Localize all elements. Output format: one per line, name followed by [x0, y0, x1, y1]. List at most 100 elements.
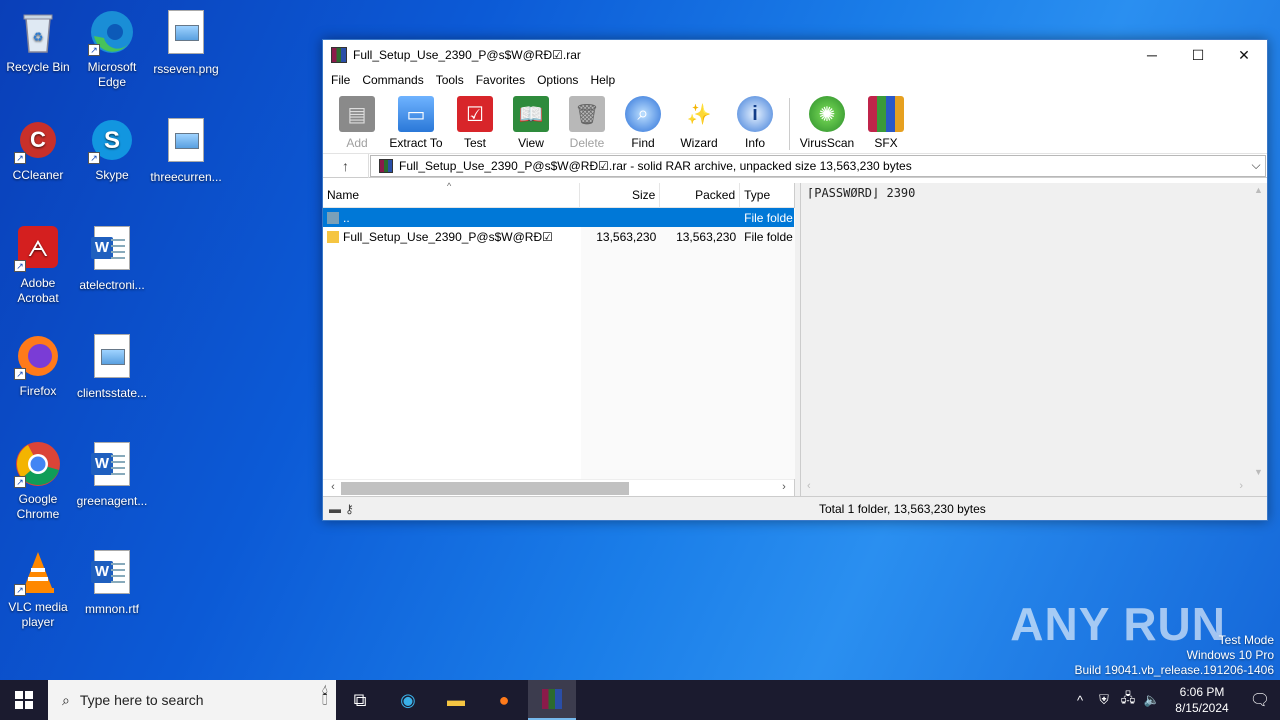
desktop-icon-skype[interactable]: S ↗ Skype	[74, 116, 150, 183]
desktop-icon-mmnon[interactable]: W mmnon.rtf	[74, 548, 150, 617]
desktop-icon-clientsstate[interactable]: clientsstate...	[74, 332, 150, 401]
desktop-icon-threecurren[interactable]: threecurren...	[148, 116, 224, 185]
desktop-icon-label: clientsstate...	[76, 386, 148, 400]
menu-tools[interactable]: Tools	[430, 73, 470, 87]
vertical-scrollbar[interactable]: ▲ ▼	[1250, 183, 1267, 479]
scroll-left-icon[interactable]: ‹	[807, 480, 811, 492]
desktop-icon-label: Recycle Bin	[6, 60, 70, 74]
menu-file[interactable]: File	[325, 73, 356, 87]
image-file-icon	[162, 10, 210, 58]
desktop-icon-greenagent[interactable]: W greenagent...	[74, 440, 150, 509]
desktop-icon-microsoft-edge[interactable]: ↗ Microsoft Edge	[74, 8, 150, 90]
word-document-icon: W	[88, 226, 136, 274]
comment-horizontal-scrollbar[interactable]: ‹ ›	[801, 479, 1267, 496]
desktop-icon-label: greenagent...	[76, 494, 148, 508]
window-title: Full_Setup_Use_2390_P@s$W@RÐ☑.rar	[353, 48, 581, 62]
horizontal-scrollbar[interactable]: ‹ ›	[323, 479, 794, 496]
find-button[interactable]: ⌕ Find	[615, 94, 671, 150]
maximize-button[interactable]: ☐	[1175, 40, 1221, 70]
delete-button[interactable]: 🗑 Delete	[559, 94, 615, 150]
desktop-icon-ccleaner[interactable]: C ↗ CCleaner	[0, 116, 76, 183]
image-file-icon	[88, 334, 136, 382]
view-button[interactable]: 📖 View	[503, 94, 559, 150]
desktop-icon-firefox[interactable]: ↗ Firefox	[0, 332, 76, 399]
taskbar-winrar[interactable]	[528, 680, 576, 720]
up-arrow-icon[interactable]: ↑	[323, 153, 369, 178]
table-row[interactable]: Full_Setup_Use_2390_P@s$W@RÐ☑ 13,563,230…	[323, 227, 794, 246]
status-bar: ▬ ⚷ Total 1 folder, 13,563,230 bytes	[323, 496, 1267, 520]
search-placeholder: Type here to search	[79, 692, 204, 708]
desktop-icon-vlc-media-player[interactable]: ↗ VLC media player	[0, 548, 76, 630]
menu-favorites[interactable]: Favorites	[470, 73, 531, 87]
column-header-packed[interactable]: Packed	[660, 182, 741, 208]
menu-help[interactable]: Help	[584, 73, 621, 87]
column-header-type[interactable]: Type	[740, 183, 794, 208]
shortcut-arrow-icon: ↗	[14, 152, 26, 164]
path-field[interactable]: Full_Setup_Use_2390_P@s$W@RÐ☑.rar - soli…	[370, 154, 1266, 177]
content-panes: ^ Name Size Packed Type .. File folde Fu…	[323, 181, 1267, 496]
scroll-right-icon[interactable]: ›	[1239, 480, 1243, 492]
add-button[interactable]: ▤ Add	[329, 94, 385, 150]
adobe-acrobat-icon: ᗅ ↗	[14, 224, 62, 272]
scroll-left-icon[interactable]: ‹	[325, 481, 341, 493]
menu-commands[interactable]: Commands	[356, 73, 429, 87]
scroll-up-icon[interactable]: ▲	[1254, 185, 1263, 195]
folder-icon	[327, 230, 339, 243]
start-button[interactable]	[0, 680, 48, 720]
desktop-icon-recycle-bin[interactable]: ♻ Recycle Bin	[0, 8, 76, 75]
desktop-icon-google-chrome[interactable]: ↗ Google Chrome	[0, 440, 76, 522]
test-icon: ☑	[457, 96, 493, 132]
task-view-icon: ⧉	[353, 689, 367, 710]
table-row[interactable]: .. File folde	[323, 208, 794, 227]
winrar-app-icon	[331, 47, 347, 63]
key-icon[interactable]: ⚷	[345, 502, 354, 516]
sfx-button[interactable]: SFX	[858, 94, 914, 150]
close-button[interactable]: ✕	[1221, 40, 1267, 70]
clock[interactable]: 6:06 PM 8/15/2024	[1164, 684, 1240, 716]
desktop-icon-label: threecurren...	[150, 170, 222, 184]
taskbar-edge[interactable]: ◉	[384, 680, 432, 720]
windows-logo-icon	[15, 691, 33, 709]
extract-to-button[interactable]: ▭ Extract To	[385, 94, 447, 150]
menu-options[interactable]: Options	[531, 73, 584, 87]
scrollbar-thumb[interactable]	[341, 482, 629, 495]
notification-icon[interactable]: 🗨	[1240, 690, 1280, 710]
virusscan-button[interactable]: ✺ VirusScan	[796, 94, 858, 150]
scroll-right-icon[interactable]: ›	[776, 481, 792, 493]
column-shade	[581, 208, 795, 479]
anyrun-watermark: ANY RUN Test Mode Windows 10 Pro Build 1…	[1010, 601, 1275, 678]
microsoft-edge-icon: ◉	[400, 689, 416, 710]
scroll-down-icon[interactable]: ▼	[1254, 467, 1263, 477]
toolbar-label: VirusScan	[799, 136, 855, 150]
cell-packed: 13,563,230	[676, 229, 737, 244]
desktop-icon-rsseven[interactable]: rsseven.png	[148, 8, 224, 77]
taskbar-firefox[interactable]: ●	[480, 680, 528, 720]
drive-icon[interactable]: ▬	[329, 502, 341, 516]
desktop-icon-label: CCleaner	[12, 168, 64, 182]
info-button[interactable]: i Info	[727, 94, 783, 150]
watermark-build: Build 19041.vb_release.191206-1406	[1074, 663, 1275, 677]
toolbar: ▤ Add ▭ Extract To ☑ Test 📖 View 🗑 Delet…	[323, 90, 1267, 154]
task-view-button[interactable]: ⧉	[336, 680, 384, 720]
shortcut-arrow-icon: ↗	[88, 44, 100, 56]
minimize-button[interactable]: ─	[1129, 40, 1175, 70]
volume-icon[interactable]: 🔈	[1140, 692, 1164, 708]
taskbar-search[interactable]: ⌕ Type here to search 🕯	[48, 680, 336, 720]
wizard-button[interactable]: ✨ Wizard	[671, 94, 727, 151]
virusscan-icon: ✺	[809, 96, 845, 132]
column-header-size[interactable]: Size	[580, 182, 661, 208]
title-bar[interactable]: Full_Setup_Use_2390_P@s$W@RÐ☑.rar ─ ☐ ✕	[323, 40, 1267, 70]
chevron-up-icon[interactable]: ^	[1068, 693, 1092, 708]
security-icon[interactable]: ⛨	[1092, 692, 1116, 708]
desktop-icon-label: rsseven.png	[153, 62, 219, 76]
desktop-icon-atelectroni[interactable]: W atelectroni...	[74, 224, 150, 293]
svg-text:C: C	[30, 127, 46, 152]
desktop-icon-adobe-acrobat[interactable]: ᗅ ↗ Adobe Acrobat	[0, 224, 76, 306]
column-headers: ^ Name Size Packed Type	[323, 181, 794, 208]
taskbar-file-explorer[interactable]: ▬	[432, 680, 480, 720]
chevron-down-icon[interactable]: ⌵	[1247, 158, 1265, 173]
toolbar-label: Delete	[569, 136, 605, 150]
test-button[interactable]: ☑ Test	[447, 94, 503, 150]
column-header-name[interactable]: Name	[323, 182, 581, 208]
network-icon[interactable]: 🖧	[1116, 689, 1140, 711]
